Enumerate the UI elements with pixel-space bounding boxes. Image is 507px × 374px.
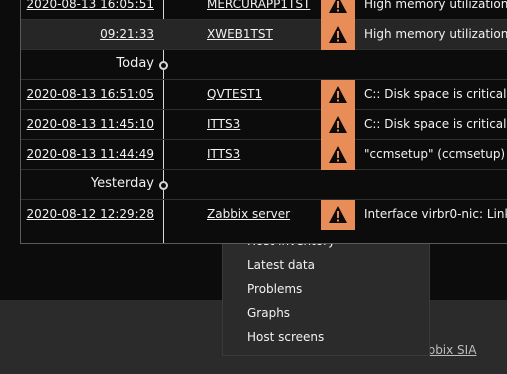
- warning-triangle-icon: [329, 116, 347, 133]
- zabbix-dashboard: Zabbix SIA Host inventory Latest data Pr…: [0, 0, 507, 374]
- problem-host-link[interactable]: MERCURAPP1TST: [207, 0, 310, 11]
- problem-host-link[interactable]: Zabbix server: [207, 207, 290, 221]
- problem-row: 2020-08-13 11:44:49 ITTS3 "ccmsetup" (cc…: [21, 140, 507, 170]
- problem-description: "ccmsetup" (ccmsetup) is not running: [364, 147, 507, 161]
- problem-description: C:: Disk space is critically low: [364, 117, 507, 131]
- warning-triangle-icon: [329, 146, 347, 163]
- problem-description: C:: Disk space is critically low: [364, 87, 507, 101]
- menu-item-problems[interactable]: Problems: [247, 279, 302, 299]
- day-label: Yesterday: [90, 176, 154, 191]
- problem-description: High memory utilization ( >90% for 5m): [364, 0, 507, 11]
- problems-panel: 2020-08-13 16:05:51 MERCURAPP1TST High m…: [20, 0, 507, 244]
- host-context-menu: Host inventory Latest data Problems Grap…: [222, 228, 430, 356]
- severity-cell: [321, 20, 355, 50]
- timeline-dot: [159, 61, 168, 70]
- problem-row: 2020-08-13 11:45:10 ITTS3 C:: Disk space…: [21, 110, 507, 140]
- problem-description: Interface virbr0-nic: Link down: [364, 207, 507, 221]
- severity-cell: [321, 80, 355, 110]
- day-label: Today: [116, 56, 154, 71]
- problem-time-link[interactable]: 2020-08-13 11:44:49: [27, 147, 154, 161]
- problem-time-link[interactable]: 09:21:33: [100, 27, 154, 41]
- problem-row: 2020-08-13 16:05:51 MERCURAPP1TST High m…: [21, 0, 507, 20]
- warning-triangle-icon: [329, 26, 347, 43]
- problem-row: 2020-08-12 12:29:28 Zabbix server Interf…: [21, 200, 507, 230]
- warning-triangle-icon: [329, 206, 347, 223]
- problem-host-link[interactable]: ITTS3: [207, 117, 240, 131]
- problem-time-link[interactable]: 2020-08-13 11:45:10: [27, 117, 154, 131]
- timeline-dot: [159, 181, 168, 190]
- severity-cell: [321, 110, 355, 140]
- warning-triangle-icon: [329, 86, 347, 103]
- problem-row: 09:21:33 XWEB1TST High memory utilizatio…: [21, 20, 507, 50]
- problem-host-link[interactable]: XWEB1TST: [207, 27, 273, 41]
- severity-cell: [321, 200, 355, 230]
- problem-time-link[interactable]: 2020-08-12 12:29:28: [27, 207, 154, 221]
- problem-row: 2020-08-13 16:51:05 QVTEST1 C:: Disk spa…: [21, 80, 507, 110]
- menu-item-host-screens[interactable]: Host screens: [247, 327, 324, 347]
- problem-host-link[interactable]: QVTEST1: [207, 87, 262, 101]
- severity-cell: [321, 0, 355, 20]
- problem-host-link[interactable]: ITTS3: [207, 147, 240, 161]
- menu-item-graphs[interactable]: Graphs: [247, 303, 290, 323]
- severity-cell: [321, 140, 355, 170]
- day-separator: Yesterday: [21, 170, 507, 200]
- problem-time-link[interactable]: 2020-08-13 16:51:05: [27, 87, 154, 101]
- menu-item-latest-data[interactable]: Latest data: [247, 255, 315, 275]
- warning-triangle-icon: [329, 0, 347, 13]
- problem-time-link[interactable]: 2020-08-13 16:05:51: [27, 0, 154, 11]
- problem-description: High memory utilization ( >90% for 5m): [364, 27, 507, 41]
- day-separator: Today: [21, 50, 507, 80]
